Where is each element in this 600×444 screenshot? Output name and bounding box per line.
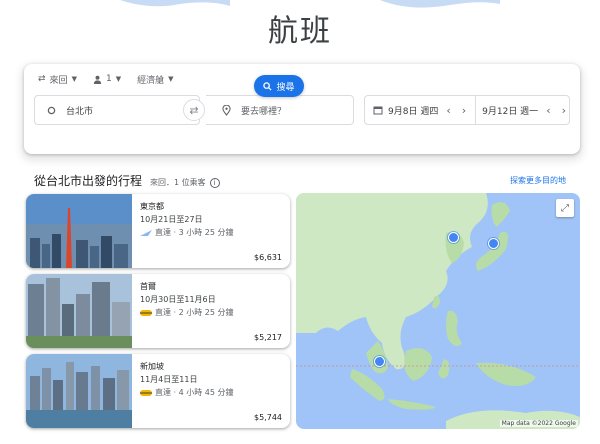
destination-price: $5,217 [254, 333, 282, 342]
airline-logo-icon [140, 389, 152, 396]
search-button-label: 搜尋 [276, 82, 295, 93]
expand-icon: ⤢ [561, 202, 569, 214]
calendar-icon [373, 106, 383, 115]
return-prev-button[interactable]: ‹ [543, 104, 553, 117]
return-next-button[interactable]: › [559, 104, 569, 117]
fullscreen-button[interactable]: ⤢ [556, 199, 574, 217]
destination-input[interactable]: 要去哪裡？ [206, 95, 354, 125]
destination-info: 首爾 10月30日至11月6日 直達 · 2 小時 25 分鐘 $5,217 [140, 281, 282, 342]
singapore-photo [26, 354, 132, 428]
airline-logo-icon [140, 229, 152, 236]
destination-price: $6,631 [254, 253, 282, 262]
search-options: ⇄ 來回 ▼ 1 ▼ 經濟艙 ▼ [38, 72, 173, 86]
map-attribution: Map data ©2022 Google [499, 420, 578, 427]
destination-placeholder: 要去哪裡？ [241, 106, 287, 117]
caret-down-icon: ▼ [71, 75, 77, 83]
destination-dates: 11月4日至11日 [140, 375, 198, 384]
seoul-photo [26, 274, 132, 348]
destination-card-singapore[interactable]: 新加坡 11月4日至11日 直達 · 4 小時 45 分鐘 $5,744 [26, 354, 290, 428]
person-icon [93, 75, 102, 84]
search-button[interactable]: 搜尋 [254, 75, 304, 97]
flight-summary: 直達 · 3 小時 25 分鐘 [140, 227, 282, 238]
search-icon [263, 81, 273, 91]
swap-icon: ⇄ [189, 103, 199, 117]
swap-arrows-icon: ⇄ [38, 74, 46, 84]
destination-city: 新加坡 [140, 362, 164, 371]
destination-price: $5,744 [254, 413, 282, 422]
info-icon[interactable]: i [209, 177, 220, 188]
flight-summary: 直達 · 4 小時 45 分鐘 [140, 387, 282, 398]
swap-button[interactable]: ⇄ [183, 99, 205, 121]
flight-duration: 直達 · 3 小時 25 分鐘 [155, 228, 234, 237]
page-title: 航班 [268, 14, 332, 49]
caret-down-icon: ▼ [168, 75, 174, 83]
section-header: 從台北市出發的行程 來回．1 位乘客 i [34, 172, 220, 189]
depart-prev-button[interactable]: ‹ [443, 104, 453, 117]
section-subtitle-text: 來回．1 位乘客 [150, 178, 206, 187]
flight-summary: 直達 · 2 小時 25 分鐘 [140, 307, 282, 318]
date-picker[interactable]: 9月8日 週四 ‹ › 9月12日 週一 ‹ › [364, 95, 570, 125]
cabin-select[interactable]: 經濟艙 ▼ [137, 72, 173, 86]
map-canvas [296, 193, 580, 429]
flight-duration: 直達 · 4 小時 45 分鐘 [155, 388, 234, 397]
section-subtitle: 來回．1 位乘客 i [150, 177, 220, 188]
return-date-field[interactable]: 9月12日 週一 ‹ › [482, 104, 569, 117]
section-title: 從台北市出發的行程 [34, 174, 143, 188]
destination-dates: 10月21日至27日 [140, 215, 203, 224]
explore-more-link[interactable]: 探索更多目的地 [510, 175, 566, 186]
date-divider [475, 95, 477, 125]
location-pin-icon [222, 104, 231, 116]
map-pin-seoul[interactable] [448, 232, 459, 243]
destination-info: 東京都 10月21日至27日 直達 · 3 小時 25 分鐘 $6,631 [140, 201, 282, 262]
cabin-label: 經濟艙 [137, 75, 165, 86]
caret-down-icon: ▼ [115, 75, 122, 83]
map-pin-singapore[interactable] [374, 356, 385, 367]
origin-input[interactable]: 台北市 [34, 95, 200, 125]
flight-duration: 直達 · 2 小時 25 分鐘 [155, 308, 234, 317]
trip-type-label: 來回 [49, 75, 68, 86]
depart-date-value: 9月8日 週四 [388, 106, 439, 117]
tokyo-photo [26, 194, 132, 268]
airline-logo-icon [140, 309, 152, 316]
passengers-select[interactable]: 1 ▼ [93, 72, 121, 86]
passengers-label: 1 [105, 74, 112, 84]
origin-circle-icon [47, 106, 56, 114]
depart-next-button[interactable]: › [459, 104, 469, 117]
destination-dates: 10月30日至11月6日 [140, 295, 216, 304]
return-date-value: 9月12日 週一 [482, 106, 539, 117]
destination-card-seoul[interactable]: 首爾 10月30日至11月6日 直達 · 2 小時 25 分鐘 $5,217 [26, 274, 290, 348]
destination-city: 首爾 [140, 282, 156, 291]
destination-info: 新加坡 11月4日至11日 直達 · 4 小時 45 分鐘 $5,744 [140, 361, 282, 422]
destination-card-tokyo[interactable]: 東京都 10月21日至27日 直達 · 3 小時 25 分鐘 $6,631 [26, 194, 290, 268]
trip-type-select[interactable]: ⇄ 來回 ▼ [38, 72, 77, 86]
origin-value: 台北市 [66, 106, 94, 117]
destination-city: 東京都 [140, 202, 164, 211]
map-pin-tokyo[interactable] [488, 238, 499, 249]
destinations-map[interactable]: ⤢ Map data ©2022 Google [296, 193, 580, 429]
depart-date-field[interactable]: 9月8日 週四 ‹ › [373, 104, 469, 117]
search-panel: ⇄ 來回 ▼ 1 ▼ 經濟艙 ▼ 台北市 ⇄ 要去哪裡？ 9月8日 週四 ‹ › [24, 64, 580, 154]
